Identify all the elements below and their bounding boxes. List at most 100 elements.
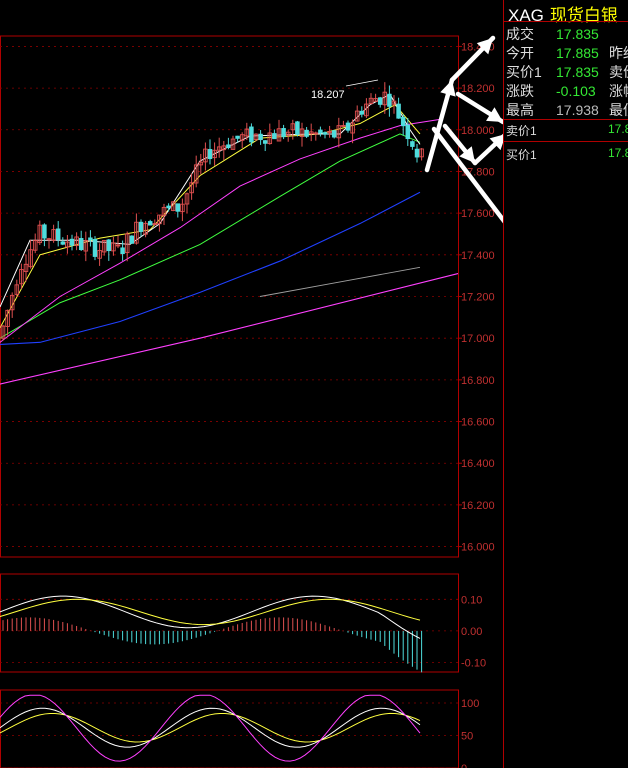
kdj-k-line bbox=[0, 707, 421, 748]
ma5-line bbox=[0, 93, 421, 308]
candle-body bbox=[69, 238, 75, 246]
ma120-line bbox=[259, 266, 421, 297]
candle-body bbox=[60, 241, 66, 245]
row-label: 涨跌 bbox=[506, 83, 534, 99]
row-label: 买价1 bbox=[506, 64, 542, 80]
price-tick-label: 17.000 bbox=[461, 333, 495, 345]
bid-value: 17.8 bbox=[608, 146, 628, 160]
macd-panel: 0.10 0.00 -0.10 bbox=[0, 573, 486, 673]
candle-body bbox=[138, 221, 144, 232]
price-tick-label: 17.600 bbox=[461, 208, 495, 220]
row-label-2: 卖价 bbox=[609, 64, 628, 80]
ma30-line bbox=[0, 133, 421, 339]
row-label-2: 最低 bbox=[609, 102, 628, 118]
quote-row-high: 最高 17.938 最低 bbox=[506, 100, 628, 118]
ask-label: 卖价1 bbox=[506, 124, 537, 138]
candle-body bbox=[92, 239, 98, 257]
price-tick-label: 18.200 bbox=[461, 83, 495, 95]
candle-body bbox=[235, 135, 240, 139]
row-value: 17.885 bbox=[556, 45, 599, 61]
candlestick-series bbox=[0, 82, 424, 341]
bid-row: 买价1 17.8 bbox=[506, 146, 628, 163]
quote-row-change: 涨跌 -0.103 涨幅 bbox=[506, 81, 628, 99]
ask-row: 卖价1 17.8 bbox=[506, 122, 628, 139]
candle-body bbox=[42, 224, 47, 239]
price-tick-label: 16.400 bbox=[461, 458, 495, 470]
candle-body bbox=[88, 237, 93, 241]
row-label-2: 昨结 bbox=[609, 45, 628, 61]
candle-body bbox=[414, 148, 420, 158]
macd-tick-label: -0.10 bbox=[461, 658, 486, 670]
candle-body bbox=[322, 132, 328, 135]
divider bbox=[504, 119, 628, 120]
divider bbox=[504, 21, 628, 22]
quote-row-bid: 买价1 17.835 卖价 bbox=[506, 62, 628, 80]
macd-dea-line bbox=[0, 598, 421, 626]
kdj-tick-label: 0 bbox=[461, 763, 467, 768]
candle-body bbox=[258, 133, 263, 141]
price-tick-label: 17.200 bbox=[461, 292, 495, 304]
candle-body bbox=[377, 97, 383, 105]
row-label: 今开 bbox=[506, 45, 534, 61]
ma20-line bbox=[0, 118, 441, 343]
row-value: -0.103 bbox=[556, 83, 596, 99]
kdj-d-line bbox=[0, 712, 421, 743]
kdj-panel: 100 50 0 bbox=[0, 689, 479, 768]
price-tick-label: 18.000 bbox=[461, 125, 495, 137]
bid-label: 买价1 bbox=[506, 148, 537, 162]
candle-body bbox=[78, 238, 84, 251]
kdj-tick-label: 50 bbox=[461, 731, 473, 743]
row-label-2: 涨幅 bbox=[609, 83, 628, 99]
macd-tick-label: 0.00 bbox=[461, 626, 482, 638]
row-value: 17.938 bbox=[556, 102, 599, 118]
row-label: 最高 bbox=[506, 102, 534, 118]
kdj-j-line bbox=[0, 694, 421, 762]
candle-body bbox=[55, 228, 61, 241]
candle-body bbox=[262, 140, 268, 144]
candle-body bbox=[120, 247, 125, 255]
quote-row-last: 成交 17.835 bbox=[506, 24, 609, 42]
symbol-code: XAG bbox=[508, 6, 544, 25]
candle-body bbox=[129, 235, 135, 244]
candle-body bbox=[359, 110, 365, 115]
divider bbox=[504, 141, 628, 142]
candle-body bbox=[405, 124, 411, 140]
peak-annotation: 18.207 bbox=[311, 89, 345, 101]
candle-body bbox=[226, 144, 231, 148]
macd-frame bbox=[0, 573, 459, 673]
candle-body bbox=[304, 129, 309, 137]
quote-title: XAG 现货白银 bbox=[508, 1, 618, 26]
candle-body bbox=[175, 203, 181, 212]
candle-body bbox=[207, 149, 213, 160]
ask-value: 17.8 bbox=[608, 122, 628, 136]
chart-grid bbox=[0, 35, 462, 558]
candle-body bbox=[147, 221, 153, 226]
candle-body bbox=[387, 93, 392, 107]
symbol-name: 现货白银 bbox=[549, 6, 618, 25]
candle-body bbox=[400, 116, 406, 127]
candle-body bbox=[295, 121, 300, 135]
price-tick-label: 16.200 bbox=[461, 500, 495, 512]
row-label: 成交 bbox=[506, 26, 534, 42]
candle-body bbox=[318, 129, 323, 134]
quote-panel: XAG现货白银 成交17.835 今开17.885昨结 买价117.835卖价 … bbox=[503, 0, 628, 768]
ma60-line bbox=[0, 191, 421, 345]
macd-tick-label: 0.10 bbox=[461, 594, 482, 606]
kdj-frame bbox=[0, 689, 459, 768]
kdj-tick-label: 100 bbox=[461, 698, 479, 710]
price-chart: 18.40018.20018.00017.80017.60017.40017.2… bbox=[0, 35, 503, 768]
peak-leader-line bbox=[345, 79, 379, 87]
row-value: 17.835 bbox=[556, 64, 599, 80]
candle-body bbox=[272, 133, 277, 140]
quote-row-open: 今开 17.885 昨结 bbox=[506, 43, 628, 61]
price-tick-label: 16.800 bbox=[461, 375, 495, 387]
ma250-line bbox=[0, 273, 459, 385]
candle-body bbox=[345, 122, 351, 131]
price-tick-label: 17.400 bbox=[461, 250, 495, 262]
candle-body bbox=[396, 103, 401, 119]
candle-body bbox=[166, 205, 171, 209]
candle-body bbox=[106, 239, 112, 252]
price-tick-label: 16.000 bbox=[461, 542, 495, 554]
moving-average-lines bbox=[0, 93, 459, 385]
row-value: 17.835 bbox=[556, 26, 599, 42]
